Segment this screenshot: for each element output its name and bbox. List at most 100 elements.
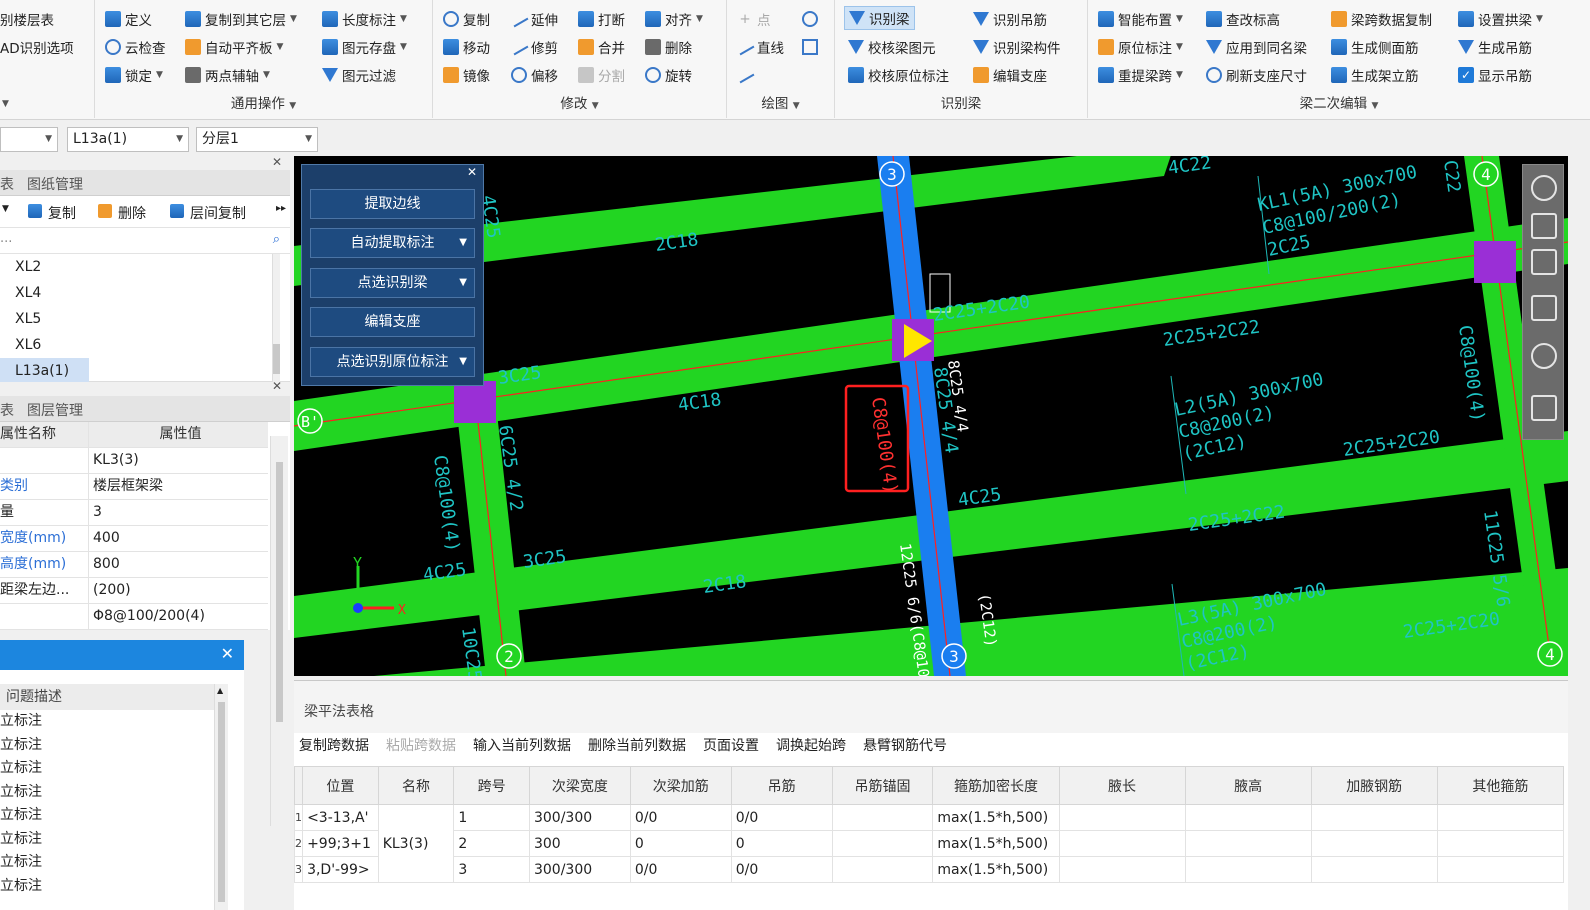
rectangle-button[interactable] [802, 35, 818, 59]
view-top-icon[interactable] [1531, 249, 1557, 275]
table-row[interactable]: 2 +99;3+1 2 300 0 0 max(1.5*h,500) [293, 830, 1565, 857]
issue-item[interactable]: 立标注 [0, 710, 244, 734]
column-header[interactable]: 吊筋锚固 [831, 766, 934, 805]
property-row[interactable]: Φ8@100/200(4) [0, 604, 268, 630]
close-icon[interactable]: ✕ [272, 155, 282, 169]
pick-identify-annotation-button[interactable]: 点选识别原位标注 ▼ [310, 347, 475, 377]
type-combo[interactable]: ▼ [0, 127, 58, 152]
view-grid-icon[interactable] [1531, 395, 1557, 421]
swap-start-span-button[interactable]: 调换起始跨 [776, 733, 846, 761]
property-row[interactable]: 宽度(mm) 400 [0, 526, 268, 552]
save-elements-button[interactable]: 图元存盘 ▼ [322, 35, 407, 59]
merge-button[interactable]: 合并 [578, 35, 625, 59]
delete-button[interactable]: 删除 [645, 35, 692, 59]
group-title-general[interactable]: 通用操作 ▼ [95, 92, 432, 112]
column-header[interactable]: 名称 [377, 766, 455, 805]
group-expand-caret[interactable]: ▼ [2, 92, 9, 116]
search-icon[interactable]: ⌕ [273, 232, 280, 247]
table-row[interactable]: 3 3,D'-99> 3 300/300 0/0 0/0 max(1.5*h,5… [293, 856, 1565, 883]
length-dim-button[interactable]: 长度标注 ▼ [322, 7, 407, 31]
layer-combo[interactable]: 分层1 ▼ [196, 127, 318, 152]
column-header[interactable]: 次梁宽度 [528, 766, 631, 805]
split-button[interactable]: 分割 [578, 63, 625, 87]
trim-button[interactable]: 修剪 [509, 35, 558, 59]
issue-item[interactable]: 立标注 [0, 781, 244, 805]
issue-item[interactable]: 立标注 [0, 757, 244, 781]
panel-copy-button[interactable]: 复制 [48, 203, 76, 223]
view-box-icon[interactable] [1531, 295, 1557, 321]
list-item[interactable]: XL6 [0, 332, 290, 358]
define-button[interactable]: 定义 [105, 7, 152, 31]
issue-item[interactable]: 立标注 [0, 851, 244, 875]
property-row[interactable]: 距梁左边... (200) [0, 578, 268, 604]
column-header[interactable]: 加腋钢筋 [1310, 766, 1438, 805]
refresh-support-size-button[interactable]: 刷新支座尺寸 [1206, 63, 1307, 87]
point-button[interactable]: + 点 [737, 7, 770, 31]
mirror-button[interactable]: 镜像 [443, 63, 490, 87]
cantilever-code-button[interactable]: 悬臂钢筋代号 [863, 733, 947, 761]
copy-span-data-button[interactable]: 复制跨数据 [299, 733, 369, 761]
arc-button[interactable] [735, 63, 755, 87]
edit-support-button[interactable]: 编辑支座 [973, 63, 1047, 87]
identify-hanger-button[interactable]: 识别吊筋 [973, 7, 1047, 31]
column-header[interactable]: 吊筋 [730, 766, 833, 805]
column-header[interactable]: 其他箍筋 [1436, 766, 1565, 805]
property-row[interactable]: 高度(mm) 800 [0, 552, 268, 578]
view-3d-icon[interactable] [1531, 213, 1557, 239]
float-edit-support-button[interactable]: 编辑支座 [310, 307, 475, 337]
property-row[interactable]: KL3(3) [0, 448, 268, 474]
close-icon[interactable]: ✕ [221, 644, 234, 663]
align-button[interactable]: 对齐 ▼ [645, 7, 703, 31]
original-annotation-button[interactable]: 原位标注 ▼ [1098, 35, 1183, 59]
delete-column-data-button[interactable]: 删除当前列数据 [588, 733, 686, 761]
paste-span-data-button[interactable]: 粘贴跨数据 [386, 733, 456, 761]
column-header[interactable]: 腋长 [1058, 766, 1186, 805]
pick-identify-beam-button[interactable]: 点选识别梁 ▼ [310, 268, 475, 298]
more-icon[interactable]: ▸▸ [276, 203, 286, 214]
auto-extract-label-button[interactable]: 自动提取标注 ▼ [310, 228, 475, 258]
issue-item[interactable]: 立标注 [0, 828, 244, 852]
issue-scrollbar[interactable]: ▲ [214, 684, 228, 910]
close-icon[interactable]: ✕ [272, 379, 282, 393]
position-cell[interactable]: +99;3+1 [302, 830, 379, 857]
gen-erection-rebar-button[interactable]: 生成架立筋 [1331, 63, 1419, 87]
gen-hanger-button[interactable]: 生成吊筋 [1458, 35, 1532, 59]
column-header[interactable]: 腋高 [1184, 766, 1312, 805]
rotate-button[interactable]: 旋转 [645, 63, 692, 87]
list-item[interactable]: XL5 [0, 306, 290, 332]
issue-item[interactable]: 立标注 [0, 734, 244, 758]
property-row[interactable]: 量3 [0, 500, 268, 526]
column-header[interactable]: 位置 [302, 766, 379, 805]
tab-drawing-management[interactable]: 图纸管理 [27, 174, 83, 194]
list-item[interactable]: XL4 [0, 280, 290, 306]
apply-same-beam-button[interactable]: 应用到同名梁 [1206, 35, 1307, 59]
orbit-icon[interactable] [1531, 175, 1557, 201]
line-button[interactable]: 直线 [735, 35, 784, 59]
page-setup-button[interactable]: 页面设置 [703, 733, 759, 761]
list-scrollbar[interactable] [272, 254, 280, 382]
extract-edge-button[interactable]: 提取边线 [310, 189, 475, 219]
span-data-copy-button[interactable]: 梁跨数据复制 [1331, 7, 1432, 31]
input-column-data-button[interactable]: 输入当前列数据 [473, 733, 571, 761]
property-row[interactable]: 类别 楼层框架梁 [0, 474, 268, 500]
group-title-draw[interactable]: 绘图 ▼ [727, 92, 834, 112]
position-cell[interactable]: <3-13,A' [302, 804, 379, 831]
group-title-modify[interactable]: 修改 ▼ [433, 92, 726, 112]
position-cell[interactable]: 3,D'-99> [302, 856, 379, 883]
column-header[interactable]: 箍筋加密长度 [932, 766, 1060, 805]
column[interactable] [454, 381, 496, 423]
two-point-axis-button[interactable]: 两点辅轴 ▼ [185, 63, 270, 87]
panel-layer-copy-button[interactable]: 层间复制 [190, 203, 246, 223]
cad-options-button[interactable]: AD识别选项 [0, 35, 74, 59]
issue-item[interactable]: 立标注 [0, 875, 244, 899]
circle-button[interactable] [802, 7, 818, 31]
list-item-selected[interactable]: L13a(1) [0, 358, 89, 384]
issue-item[interactable]: 立标注 [0, 804, 244, 828]
gen-side-rebar-button[interactable]: 生成侧面筋 [1331, 35, 1419, 59]
lock-button[interactable]: 锁定 ▼ [105, 63, 163, 87]
check-original-annotation-button[interactable]: 校核原位标注 [848, 63, 949, 87]
cloud-check-button[interactable]: 云检查 [105, 35, 166, 59]
identify-beam-component-button[interactable]: 识别梁构件 [973, 35, 1061, 59]
props-scrollbar[interactable] [270, 436, 288, 826]
rotate-view-icon[interactable] [1531, 343, 1557, 369]
